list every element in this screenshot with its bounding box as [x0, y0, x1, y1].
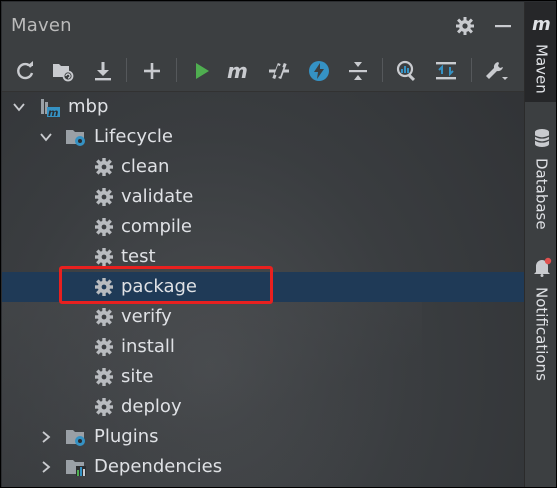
chevron-down-icon[interactable]	[39, 130, 53, 144]
run-icon[interactable]	[189, 58, 215, 84]
gear-icon	[93, 246, 115, 268]
gear-icon[interactable]	[454, 15, 476, 37]
show-diagram-icon[interactable]	[433, 58, 459, 84]
database-icon	[533, 128, 551, 152]
tree-label: validate	[121, 186, 194, 207]
analyze-dependencies-icon[interactable]	[394, 58, 420, 84]
tool-window-title: Maven	[11, 14, 72, 36]
ide-window: Maven m m mbp Lifecycle clean validate c…	[0, 0, 557, 488]
dependencies-folder-icon	[65, 456, 87, 478]
tree-label: install	[121, 336, 175, 357]
stripe-button-maven[interactable]: m Maven	[525, 2, 556, 102]
gear-icon	[93, 216, 115, 238]
add-icon[interactable]	[139, 58, 165, 84]
gear-icon	[93, 156, 115, 178]
stripe-button-database[interactable]: Database	[525, 128, 556, 238]
stripe-button-notifications[interactable]: Notifications	[525, 257, 556, 397]
chevron-right-icon[interactable]	[39, 460, 53, 474]
toolbar-separator	[126, 58, 127, 82]
svg-text:m: m	[532, 14, 551, 34]
tree-label: clean	[121, 156, 170, 177]
tree-label: site	[121, 366, 154, 387]
reload-icon[interactable]	[12, 58, 38, 84]
toolbar: m	[2, 48, 524, 92]
tree-row-goal-verify[interactable]: verify	[2, 302, 524, 332]
generate-sources-icon[interactable]	[50, 58, 76, 84]
tree-row-goal-validate[interactable]: validate	[2, 182, 524, 212]
skip-tests-icon[interactable]	[306, 58, 332, 84]
download-icon[interactable]	[90, 58, 116, 84]
tree-label: Plugins	[94, 426, 159, 447]
tree-label: deploy	[121, 396, 182, 417]
right-tool-stripe: m Maven Database Notifications	[524, 2, 556, 487]
tree-row-goal-install[interactable]: install	[2, 332, 524, 362]
tree-row-project[interactable]: m mbp	[2, 92, 524, 122]
tree-label: mbp	[68, 96, 109, 117]
minimize-icon[interactable]	[492, 15, 514, 37]
tree-row-lifecycle[interactable]: Lifecycle	[2, 122, 524, 152]
bell-icon	[532, 257, 552, 281]
toolbar-separator	[382, 58, 383, 82]
plugins-folder-icon	[65, 426, 87, 448]
gear-icon	[93, 186, 115, 208]
gear-icon	[93, 306, 115, 328]
gear-icon	[93, 396, 115, 418]
svg-text:m: m	[227, 60, 248, 82]
tree-row-goal-compile[interactable]: compile	[2, 212, 524, 242]
stripe-label: Maven	[532, 44, 551, 94]
tree-label: Lifecycle	[94, 126, 173, 147]
gear-icon	[93, 336, 115, 358]
tree-row-dependencies[interactable]: Dependencies	[2, 452, 524, 482]
execute-goal-icon[interactable]: m	[226, 58, 252, 84]
chevron-right-icon[interactable]	[39, 430, 53, 444]
toggle-offline-icon[interactable]	[266, 58, 292, 84]
stripe-label: Notifications	[532, 287, 551, 381]
annotation-highlight-box	[59, 266, 273, 304]
tree-row-plugins[interactable]: Plugins	[2, 422, 524, 452]
lifecycle-folder-icon	[65, 126, 87, 148]
svg-text:m: m	[48, 108, 58, 118]
title-bar: Maven	[2, 2, 524, 48]
tree-row-goal-site[interactable]: site	[2, 362, 524, 392]
tree-row-goal-deploy[interactable]: deploy	[2, 392, 524, 422]
chevron-down-icon[interactable]	[12, 100, 26, 114]
collapse-all-icon[interactable]	[345, 58, 371, 84]
toolbar-separator	[176, 58, 177, 82]
settings-wrench-icon[interactable]	[483, 58, 509, 84]
tree-label: compile	[121, 216, 192, 237]
toolbar-separator	[471, 58, 472, 82]
tree-label: verify	[121, 306, 172, 327]
maven-tool-window: Maven m m mbp Lifecycle clean validate c…	[2, 2, 524, 487]
maven-icon: m	[531, 14, 553, 38]
maven-module-icon: m	[39, 96, 61, 118]
stripe-label: Database	[532, 158, 551, 230]
tree-label: Dependencies	[94, 456, 223, 477]
gear-icon	[93, 366, 115, 388]
tree-row-goal-clean[interactable]: clean	[2, 152, 524, 182]
